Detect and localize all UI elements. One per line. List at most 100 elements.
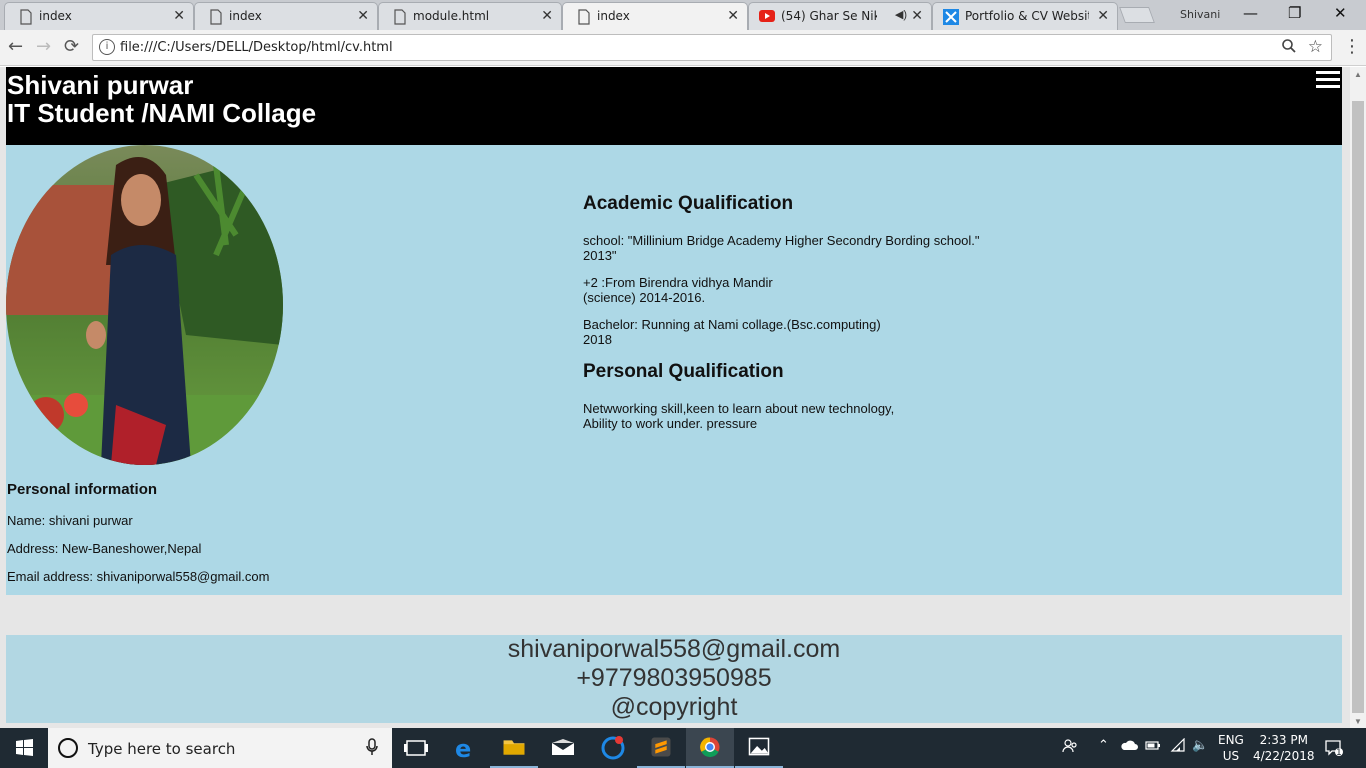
tab-title: module.html bbox=[413, 9, 490, 23]
close-tab-icon[interactable]: ✕ bbox=[173, 8, 185, 24]
tab-index-2[interactable]: index ✕ bbox=[194, 2, 378, 30]
tab-title: (54) Ghar Se Nikalte bbox=[781, 9, 877, 23]
footer-email: shivaniporwal558@gmail.com bbox=[507, 635, 841, 663]
cv-footer: shivaniporwal558@gmail.com +977980395098… bbox=[6, 635, 1342, 723]
battery-icon[interactable] bbox=[1145, 738, 1161, 752]
academic-bachelor-line-1: Bachelor: Running at Nami collage.(Bsc.c… bbox=[583, 317, 881, 332]
close-tab-icon[interactable]: ✕ bbox=[541, 8, 553, 24]
personal-qualification-line-2: Ability to work under. pressure bbox=[583, 416, 758, 431]
academic-school: school: "Millinium Bridge Academy Higher… bbox=[583, 233, 1083, 263]
back-icon[interactable]: ← bbox=[8, 36, 23, 57]
document-icon bbox=[578, 9, 590, 25]
browser-menu-icon[interactable]: ⋮ bbox=[1343, 36, 1361, 57]
personal-info-heading: Personal information bbox=[7, 481, 158, 498]
taskbar-clock[interactable]: 2:33 PM 4/22/2018 bbox=[1253, 732, 1315, 764]
file-explorer-icon[interactable] bbox=[490, 728, 538, 768]
personal-email: Email address: shivaniporwal558@gmail.co… bbox=[7, 569, 270, 584]
onedrive-icon[interactable] bbox=[1120, 738, 1138, 752]
personal-qualification-heading: Personal Qualification bbox=[583, 361, 784, 382]
mail-icon[interactable] bbox=[539, 728, 587, 768]
edge-icon[interactable]: e bbox=[441, 728, 489, 768]
zoom-icon[interactable] bbox=[1281, 38, 1297, 54]
tab-title: Portfolio & CV Website bbox=[965, 9, 1089, 23]
tray-chevron-up-icon[interactable]: ⌃ bbox=[1098, 738, 1109, 753]
sublime-text-icon[interactable] bbox=[637, 728, 685, 768]
bookmark-star-icon[interactable]: ☆ bbox=[1308, 37, 1323, 57]
academic-plus2-line-1: +2 :From Birendra vidhya Mandir bbox=[583, 275, 773, 290]
minimize-icon[interactable]: — bbox=[1243, 4, 1258, 22]
footer-copyright: @copyright bbox=[610, 693, 738, 721]
academic-school-line-1: school: "Millinium Bridge Academy Higher… bbox=[583, 233, 980, 248]
wifi-icon[interactable] bbox=[1170, 738, 1186, 752]
restore-icon[interactable]: ❐ bbox=[1288, 4, 1301, 22]
close-tab-icon[interactable]: ✕ bbox=[727, 8, 739, 24]
profile-photo bbox=[6, 145, 283, 465]
language-indicator[interactable]: ENG US bbox=[1218, 732, 1244, 764]
document-icon bbox=[20, 9, 32, 25]
academic-plus2-line-2: (science) 2014-2016. bbox=[583, 290, 706, 305]
info-icon[interactable]: i bbox=[99, 39, 115, 55]
new-tab-button[interactable] bbox=[1119, 7, 1155, 23]
cv-name: Shivani purwar bbox=[7, 70, 194, 100]
close-tab-icon[interactable]: ✕ bbox=[1097, 8, 1109, 24]
taskbar-search-placeholder: Type here to search bbox=[88, 740, 236, 758]
scrollbar-thumb[interactable] bbox=[1352, 101, 1364, 713]
language-region: US bbox=[1222, 749, 1240, 763]
document-icon bbox=[210, 9, 222, 25]
photos-icon[interactable] bbox=[735, 728, 783, 768]
hamburger-menu-icon[interactable] bbox=[1316, 71, 1340, 89]
language-code: ENG bbox=[1218, 733, 1244, 747]
page-viewport: Shivani purwar IT Student /NAMI Collage bbox=[0, 67, 1350, 728]
windows-start-icon[interactable] bbox=[0, 728, 48, 768]
scroll-up-arrow-icon[interactable]: ▲ bbox=[1354, 70, 1362, 79]
windows-taskbar: Type here to search e ⌃ 🔈 ENG US 2:33 PM… bbox=[0, 728, 1366, 768]
people-icon[interactable] bbox=[1062, 738, 1078, 754]
forward-icon[interactable]: → bbox=[36, 36, 51, 57]
tab-module[interactable]: module.html ✕ bbox=[378, 2, 562, 30]
clock-time: 2:33 PM bbox=[1259, 733, 1308, 747]
cv-main-section: Personal information Name: shivani purwa… bbox=[6, 145, 1342, 595]
reload-icon[interactable]: ⟳ bbox=[64, 36, 79, 57]
youtube-icon bbox=[759, 10, 775, 22]
scroll-down-arrow-icon[interactable]: ▼ bbox=[1354, 717, 1362, 726]
close-tab-icon[interactable]: ✕ bbox=[911, 8, 923, 24]
personal-qualification-line-1: Netwworking skill,keen to learn about ne… bbox=[583, 401, 895, 416]
browser-toolbar: ← → ⟳ i file:///C:/Users/DELL/Desktop/ht… bbox=[0, 30, 1366, 66]
task-view-icon[interactable] bbox=[392, 728, 440, 768]
ccleaner-icon[interactable] bbox=[588, 728, 636, 768]
cv-role: IT Student /NAMI Collage bbox=[7, 98, 317, 128]
cortana-icon bbox=[58, 738, 78, 758]
tab-index-active[interactable]: index ✕ bbox=[562, 2, 748, 31]
tab-title: index bbox=[229, 9, 262, 23]
personal-name: Name: shivani purwar bbox=[7, 513, 133, 528]
address-bar[interactable]: i file:///C:/Users/DELL/Desktop/html/cv.… bbox=[92, 34, 1332, 61]
qualifications-section: Academic Qualification school: "Milliniu… bbox=[583, 193, 1083, 443]
browser-tab-strip: index ✕ index ✕ module.html ✕ index ✕ (5… bbox=[0, 0, 1366, 31]
academic-school-line-2: 2013" bbox=[583, 248, 617, 263]
microphone-icon[interactable] bbox=[366, 738, 378, 756]
chrome-icon[interactable] bbox=[686, 728, 734, 768]
academic-heading: Academic Qualification bbox=[583, 193, 794, 214]
volume-icon[interactable]: 🔈 bbox=[1192, 738, 1208, 753]
tab-portfolio[interactable]: Portfolio & CV Website ✕ bbox=[932, 2, 1118, 30]
vertical-scrollbar[interactable]: ▲ ▼ bbox=[1350, 67, 1366, 728]
taskbar-search-box[interactable]: Type here to search bbox=[48, 728, 392, 768]
academic-bachelor-line-2: 2018 bbox=[583, 332, 612, 347]
profile-name[interactable]: Shivani bbox=[1180, 8, 1220, 21]
url-text[interactable]: file:///C:/Users/DELL/Desktop/html/cv.ht… bbox=[120, 40, 393, 55]
clock-date: 4/22/2018 bbox=[1253, 749, 1315, 763]
close-tab-icon[interactable]: ✕ bbox=[357, 8, 369, 24]
tab-youtube[interactable]: (54) Ghar Se Nikalte ◀) ✕ bbox=[748, 2, 932, 30]
speaker-icon[interactable]: ◀) bbox=[895, 8, 907, 21]
notification-count: 1 bbox=[1336, 748, 1342, 758]
academic-plus2: +2 :From Birendra vidhya Mandir (science… bbox=[583, 275, 1083, 305]
close-window-icon[interactable]: ✕ bbox=[1334, 4, 1347, 22]
tab-index-1[interactable]: index ✕ bbox=[4, 2, 194, 30]
tab-title: index bbox=[597, 9, 630, 23]
academic-bachelor: Bachelor: Running at Nami collage.(Bsc.c… bbox=[583, 317, 1083, 347]
personal-qualification-text: Netwworking skill,keen to learn about ne… bbox=[583, 401, 1083, 431]
personal-info-section: Personal information Name: shivani purwa… bbox=[7, 481, 269, 597]
personal-address: Address: New-Baneshower,Nepal bbox=[7, 541, 202, 556]
document-icon bbox=[394, 9, 406, 25]
footer-phone: +9779803950985 bbox=[576, 664, 772, 692]
